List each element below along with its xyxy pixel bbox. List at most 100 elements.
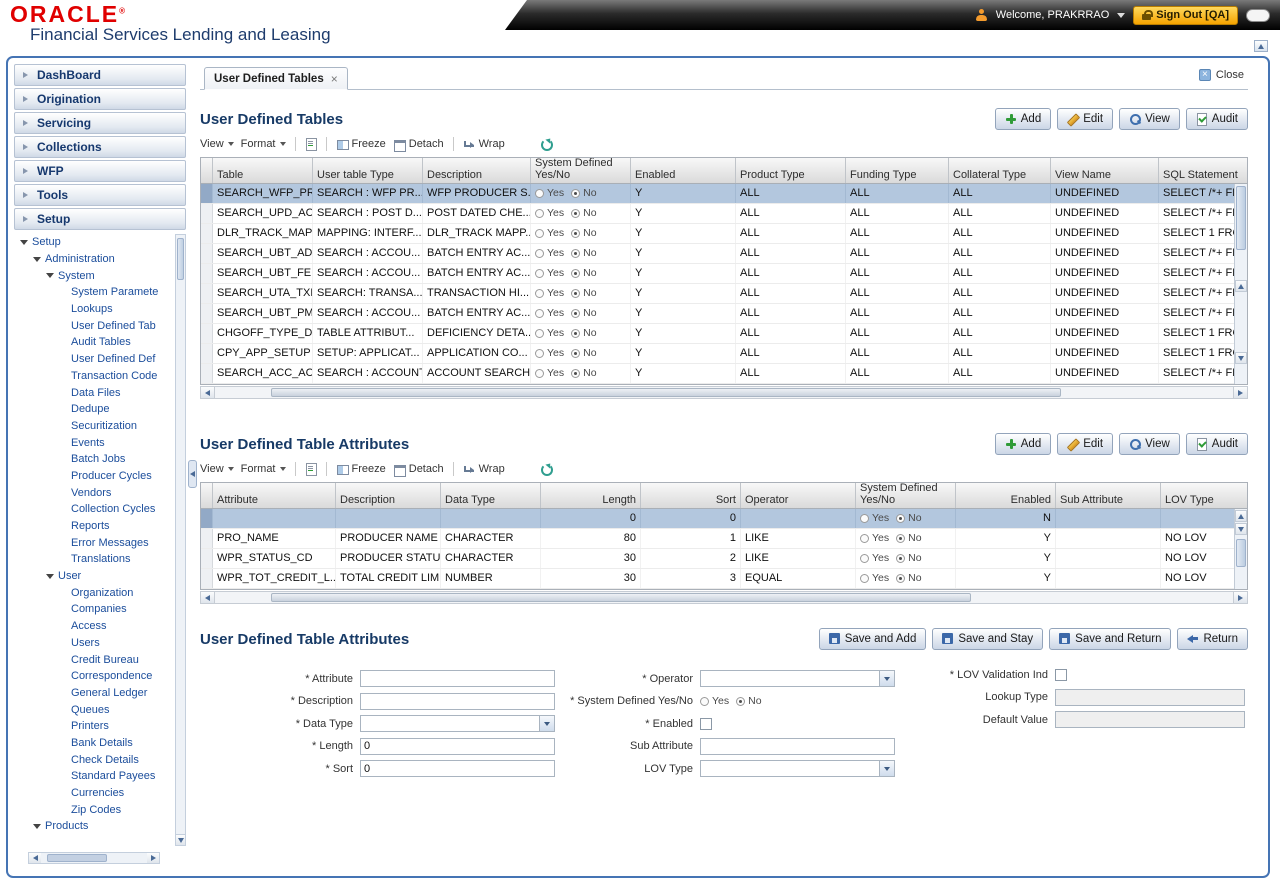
return-button[interactable]: Return	[1177, 628, 1248, 650]
tree-item-securitization[interactable]: Securitization	[14, 418, 174, 435]
column-header[interactable]: Table	[213, 158, 313, 183]
column-header[interactable]: Length	[541, 483, 641, 508]
tree-item-vendors[interactable]: Vendors	[14, 484, 174, 501]
tab-close-icon[interactable]: ×	[331, 72, 338, 86]
description-input[interactable]	[360, 693, 555, 710]
column-header[interactable]: Product Type	[736, 158, 846, 183]
table-row[interactable]: PRO_NAMEPRODUCER NAMECHARACTER801LIKEYes…	[201, 529, 1247, 549]
tree-item-audit-tables[interactable]: Audit Tables	[14, 334, 174, 351]
radio-yes[interactable]: Yes	[535, 304, 564, 323]
export-icon[interactable]	[305, 463, 317, 475]
sidebar-item-collections[interactable]: Collections	[14, 136, 186, 158]
tree-item-administration[interactable]: Administration	[14, 251, 174, 268]
radio-yes[interactable]: Yes	[535, 344, 564, 363]
scrollbar-thumb[interactable]	[177, 238, 184, 280]
lov-validation-ind-checkbox[interactable]	[1055, 669, 1067, 681]
column-header[interactable]: Collateral Type	[949, 158, 1051, 183]
save-and-return-button[interactable]: Save and Return	[1049, 628, 1171, 650]
radio-yes[interactable]: Yes	[535, 244, 564, 263]
wrap-button[interactable]: Wrap	[463, 463, 505, 475]
scroll-down-button[interactable]	[1235, 523, 1247, 535]
attribute-input[interactable]	[360, 670, 555, 687]
scrollbar-thumb[interactable]	[1236, 186, 1246, 250]
add-button[interactable]: Add	[995, 108, 1051, 130]
enabled-checkbox[interactable]	[700, 718, 712, 730]
radio-no[interactable]: No	[571, 364, 596, 383]
export-icon[interactable]	[305, 138, 317, 150]
tree-item-producer-cycles[interactable]: Producer Cycles	[14, 468, 174, 485]
table-row[interactable]: CHGOFF_TYPE_D...TABLE ATTRIBUT...DEFICIE…	[201, 324, 1247, 344]
tree-item-access[interactable]: Access	[14, 618, 174, 635]
column-header[interactable]: Data Type	[441, 483, 541, 508]
tree-item-lookups[interactable]: Lookups	[14, 301, 174, 318]
column-header[interactable]: LOV Type	[1161, 483, 1248, 508]
scroll-up-button[interactable]	[1235, 280, 1247, 292]
table-row[interactable]: SEARCH_WFP_PR...SEARCH : WFP PR...WFP PR…	[201, 184, 1247, 204]
tree-item-setup[interactable]: Setup	[14, 234, 174, 251]
table-row[interactable]: CPY_APP_SETUPSETUP: APPLICAT...APPLICATI…	[201, 344, 1247, 364]
radio-yes[interactable]: Yes	[535, 204, 564, 223]
sidebar-item-dashboard[interactable]: DashBoard	[14, 64, 186, 86]
column-header[interactable]: Enabled	[631, 158, 736, 183]
scroll-down-button[interactable]	[1235, 352, 1247, 364]
tree-item-companies[interactable]: Companies	[14, 601, 174, 618]
tree-item-batch-jobs[interactable]: Batch Jobs	[14, 451, 174, 468]
radio-yes[interactable]: Yes	[860, 509, 889, 528]
radio-no[interactable]: No	[571, 204, 596, 223]
scrollbar-thumb[interactable]	[1236, 539, 1246, 567]
view-menu-button[interactable]: View	[200, 138, 234, 150]
tree-item-translations[interactable]: Translations	[14, 551, 174, 568]
column-header[interactable]: Sub Attribute	[1056, 483, 1161, 508]
table-row[interactable]: SEARCH_ACC_AC...SEARCH : ACCOUNTACCOUNT …	[201, 364, 1247, 384]
tree-item-users[interactable]: Users	[14, 635, 174, 652]
save-and-add-button[interactable]: Save and Add	[819, 628, 927, 650]
column-header[interactable]: Attribute	[213, 483, 336, 508]
radio-no[interactable]: No	[571, 304, 596, 323]
table-row[interactable]: SEARCH_UPD_AC...SEARCH : POST D...POST D…	[201, 204, 1247, 224]
table-row[interactable]: SEARCH_UBT_AD...SEARCH : ACCOU...BATCH E…	[201, 244, 1247, 264]
radio-no[interactable]: No	[571, 324, 596, 343]
radio-no[interactable]: No	[571, 344, 596, 363]
radio-yes[interactable]: Yes	[535, 324, 564, 343]
radio-no[interactable]: No	[571, 284, 596, 303]
scroll-right-button[interactable]	[147, 853, 159, 863]
table-row[interactable]: WPR_STATUS_CDPRODUCER STATUSCHARACTER302…	[201, 549, 1247, 569]
radio-yes[interactable]: Yes	[700, 695, 729, 707]
audit-button[interactable]: Audit	[1186, 433, 1248, 455]
view-menu-button[interactable]: View	[200, 463, 234, 475]
tree-item-error-messages[interactable]: Error Messages	[14, 534, 174, 551]
view-button[interactable]: View	[1119, 433, 1180, 455]
scrollbar-thumb[interactable]	[271, 388, 1061, 397]
scroll-down-button[interactable]	[176, 834, 185, 845]
grid-vertical-scrollbar[interactable]	[1234, 509, 1247, 589]
column-header[interactable]: Description	[336, 483, 441, 508]
tree-item-user-defined-def[interactable]: User Defined Def	[14, 351, 174, 368]
tree-item-events[interactable]: Events	[14, 434, 174, 451]
radio-yes[interactable]: Yes	[535, 284, 564, 303]
radio-yes[interactable]: Yes	[860, 569, 889, 588]
radio-no[interactable]: No	[571, 244, 596, 263]
sort-input[interactable]	[360, 760, 555, 777]
tree-item-system-paramete[interactable]: System Paramete	[14, 284, 174, 301]
length-input[interactable]	[360, 738, 555, 755]
audit-button[interactable]: Audit	[1186, 108, 1248, 130]
radio-no[interactable]: No	[571, 264, 596, 283]
grid-horizontal-scrollbar[interactable]	[200, 386, 1248, 399]
tree-item-data-files[interactable]: Data Files	[14, 384, 174, 401]
column-header[interactable]: System Defined Yes/No	[856, 483, 956, 508]
refresh-icon[interactable]	[540, 138, 552, 150]
radio-yes[interactable]: Yes	[535, 184, 564, 203]
radio-no[interactable]: No	[571, 184, 596, 203]
lov-type-select[interactable]	[700, 760, 895, 777]
sidebar-item-tools[interactable]: Tools	[14, 184, 186, 206]
sidebar-item-setup[interactable]: Setup	[14, 208, 186, 230]
scroll-right-button[interactable]	[1233, 387, 1247, 398]
grid-vertical-scrollbar[interactable]	[1234, 184, 1247, 384]
tree-item-dedupe[interactable]: Dedupe	[14, 401, 174, 418]
scroll-up-button[interactable]	[1235, 510, 1247, 522]
table-row[interactable]: 00YesNoN	[201, 509, 1247, 529]
data-type-select[interactable]	[360, 715, 555, 732]
user-menu-chevron-icon[interactable]	[1117, 13, 1125, 18]
scrollbar-thumb[interactable]	[47, 854, 107, 862]
tree-item-bank-details[interactable]: Bank Details	[14, 735, 174, 752]
